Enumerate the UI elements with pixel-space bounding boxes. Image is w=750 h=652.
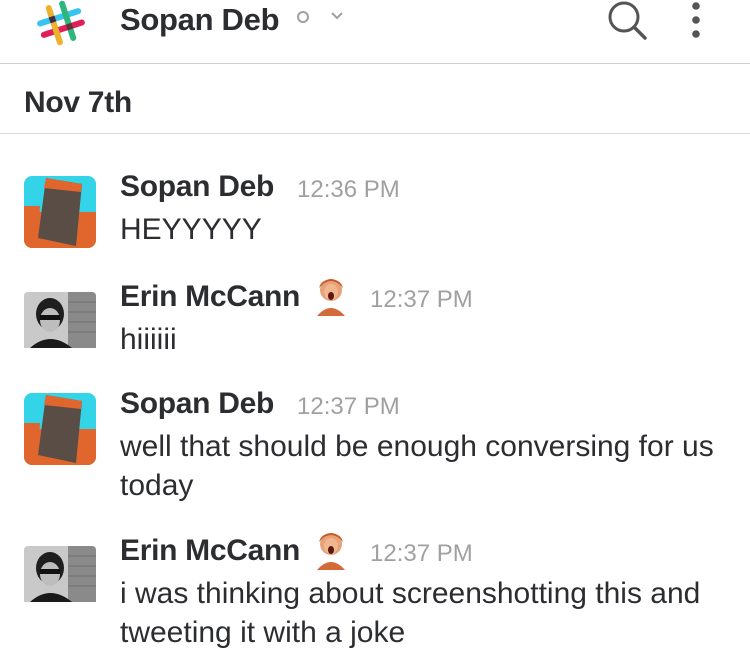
day-divider: Nov 7th [0,64,750,134]
erin-avatar-image [24,546,96,602]
message-author[interactable]: Sopan Deb [120,170,274,204]
message-timestamp[interactable]: 12:37 PM [370,286,473,314]
avatar[interactable] [24,292,96,364]
avatar[interactable] [24,393,96,465]
message-timestamp[interactable]: 12:37 PM [370,540,473,568]
message-timestamp[interactable]: 12:37 PM [297,393,400,421]
custom-emoji-icon [317,279,345,316]
sopan-avatar-image [24,393,96,465]
presence-away-icon [297,11,309,23]
custom-emoji-icon [317,533,345,570]
chevron-down-icon[interactable] [330,10,344,22]
message-text: HEYYYYY [120,213,262,246]
avatar[interactable] [24,546,96,618]
channel-header: Sopan Deb [0,0,750,64]
message-author[interactable]: Erin McCann [120,280,300,314]
message-timestamp[interactable]: 12:36 PM [297,176,400,204]
search-icon[interactable] [604,0,648,40]
message-text: well that should be enough conversing fo… [120,430,714,502]
message-text: hiiiiii [120,323,177,356]
message-author[interactable]: Erin McCann [120,534,300,568]
channel-title[interactable]: Sopan Deb [120,2,280,38]
erin-avatar-image [24,292,96,348]
sopan-avatar-image [24,176,96,248]
more-vertical-icon[interactable] [684,0,708,42]
day-divider-date: Nov 7th [24,86,132,119]
message-author[interactable]: Sopan Deb [120,387,274,421]
message-text: i was thinking about screenshotting this… [120,577,701,649]
avatar[interactable] [24,176,96,248]
slack-logo[interactable] [32,0,90,46]
